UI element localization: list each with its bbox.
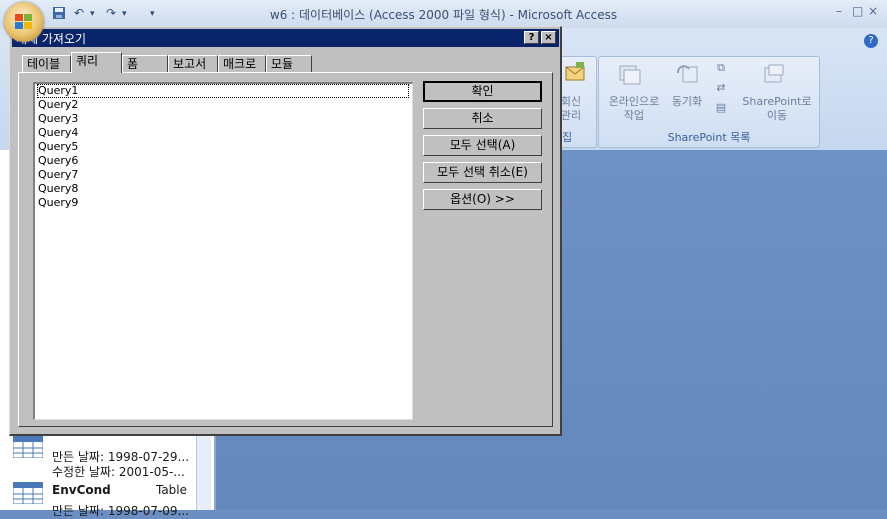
select-all-button[interactable]: 모두 선택(A)	[423, 135, 542, 156]
nav-item-envcond[interactable]: EnvCond Table 만든 날짜: 1998-07-09...	[0, 480, 195, 518]
table-icon	[13, 482, 43, 504]
sharepoint-lists-caption: SharePoint 목록	[667, 131, 751, 144]
list-item[interactable]: Query5	[37, 140, 409, 154]
options-button[interactable]: 옵션(O) >>	[423, 189, 542, 210]
nav-item-partial[interactable]: 만든 날짜: 1998-07-29... 수정한 날짜: 2001-05-...	[0, 432, 195, 484]
list-item[interactable]: Query4	[37, 126, 409, 140]
manage-replies-label-2: 관리	[560, 109, 582, 122]
app-title: w6 : 데이터베이스 (Access 2000 파일 형식) - Micros…	[269, 8, 618, 22]
tab-5[interactable]: 모듈	[266, 55, 312, 72]
nav-item-type: Table	[155, 483, 187, 497]
move-to-sharepoint-button[interactable]: SharePoint로 이동	[739, 95, 815, 123]
list-item[interactable]: Query1	[37, 84, 409, 98]
deselect-all-button[interactable]: 모두 선택 취소(E)	[423, 162, 542, 183]
nav-item-name: EnvCond	[52, 483, 111, 497]
sharepoint-lists-group: 온라인으로 작업 동기화 ⧉ ⇄ ▤ SharePoint로 이동 ShareP…	[598, 56, 820, 148]
manage-replies-icon	[565, 62, 585, 81]
table-icon	[13, 436, 43, 458]
tab-4[interactable]: 매크로	[218, 55, 266, 72]
work-online-button[interactable]: 온라인으로 작업	[603, 95, 665, 123]
office-logo-icon	[15, 14, 32, 29]
synchronize-icon	[676, 65, 698, 83]
close-icon[interactable]: ×	[868, 4, 878, 18]
list-item[interactable]: Query3	[37, 112, 409, 126]
cache-icon[interactable]: ▤	[711, 101, 731, 115]
import-objects-dialog: 개체 가져오기 ? × Query1 Query2 Query3 Query4 Quer…	[9, 26, 562, 436]
discard-changes-icon[interactable]: ⇄	[711, 81, 731, 95]
tab-1[interactable]: 쿼리	[71, 52, 122, 73]
dialog-help-button[interactable]: ?	[524, 31, 539, 44]
maximize-icon[interactable]: □	[852, 4, 863, 18]
move-to-sharepoint-label-1: SharePoint로	[742, 95, 812, 108]
work-online-label-1: 온라인으로	[608, 95, 660, 108]
move-to-sharepoint-icon	[764, 64, 784, 83]
work-online-label-2: 작업	[623, 109, 645, 122]
tab-2[interactable]: 폼	[122, 55, 168, 72]
dialog-title-bar[interactable]: 개체 가져오기 ? ×	[12, 29, 559, 47]
list-item[interactable]: Query9	[37, 196, 409, 210]
list-item[interactable]: Query8	[37, 182, 409, 196]
dialog-close-button[interactable]: ×	[541, 31, 556, 44]
help-icon[interactable]: ?	[864, 34, 878, 48]
list-item[interactable]: Query2	[37, 98, 409, 112]
manage-replies-label-1: 회신	[560, 95, 582, 108]
list-item[interactable]: Query6	[37, 154, 409, 168]
collect-data-group: 회신 관리 집	[558, 56, 597, 148]
ok-button[interactable]: 확인	[423, 81, 542, 102]
work-online-icon	[619, 65, 641, 85]
move-to-sharepoint-label-2: 이동	[766, 109, 788, 122]
object-list[interactable]: Query1 Query2 Query3 Query4 Query5 Query6 Quer…	[33, 82, 413, 420]
app-title-bar: ↶ ▾ ↷ ▾ ▾ w6 : 데이터베이스 (Access 2000 파일 형식…	[0, 0, 887, 28]
tab-0[interactable]: 테이블	[22, 55, 71, 72]
office-button[interactable]	[4, 2, 44, 42]
list-item[interactable]: Query7	[37, 168, 409, 182]
synchronize-button[interactable]: 동기화	[667, 95, 707, 109]
relink-icon[interactable]: ⧉	[711, 61, 731, 75]
nav-item-created: 만든 날짜: 1998-07-09...	[52, 504, 190, 518]
minimize-icon[interactable]: –	[836, 4, 842, 18]
cancel-button[interactable]: 취소	[423, 108, 542, 129]
tab-3[interactable]: 보고서	[168, 55, 218, 72]
nav-item-modified: 수정한 날짜: 2001-05-...	[52, 465, 185, 479]
